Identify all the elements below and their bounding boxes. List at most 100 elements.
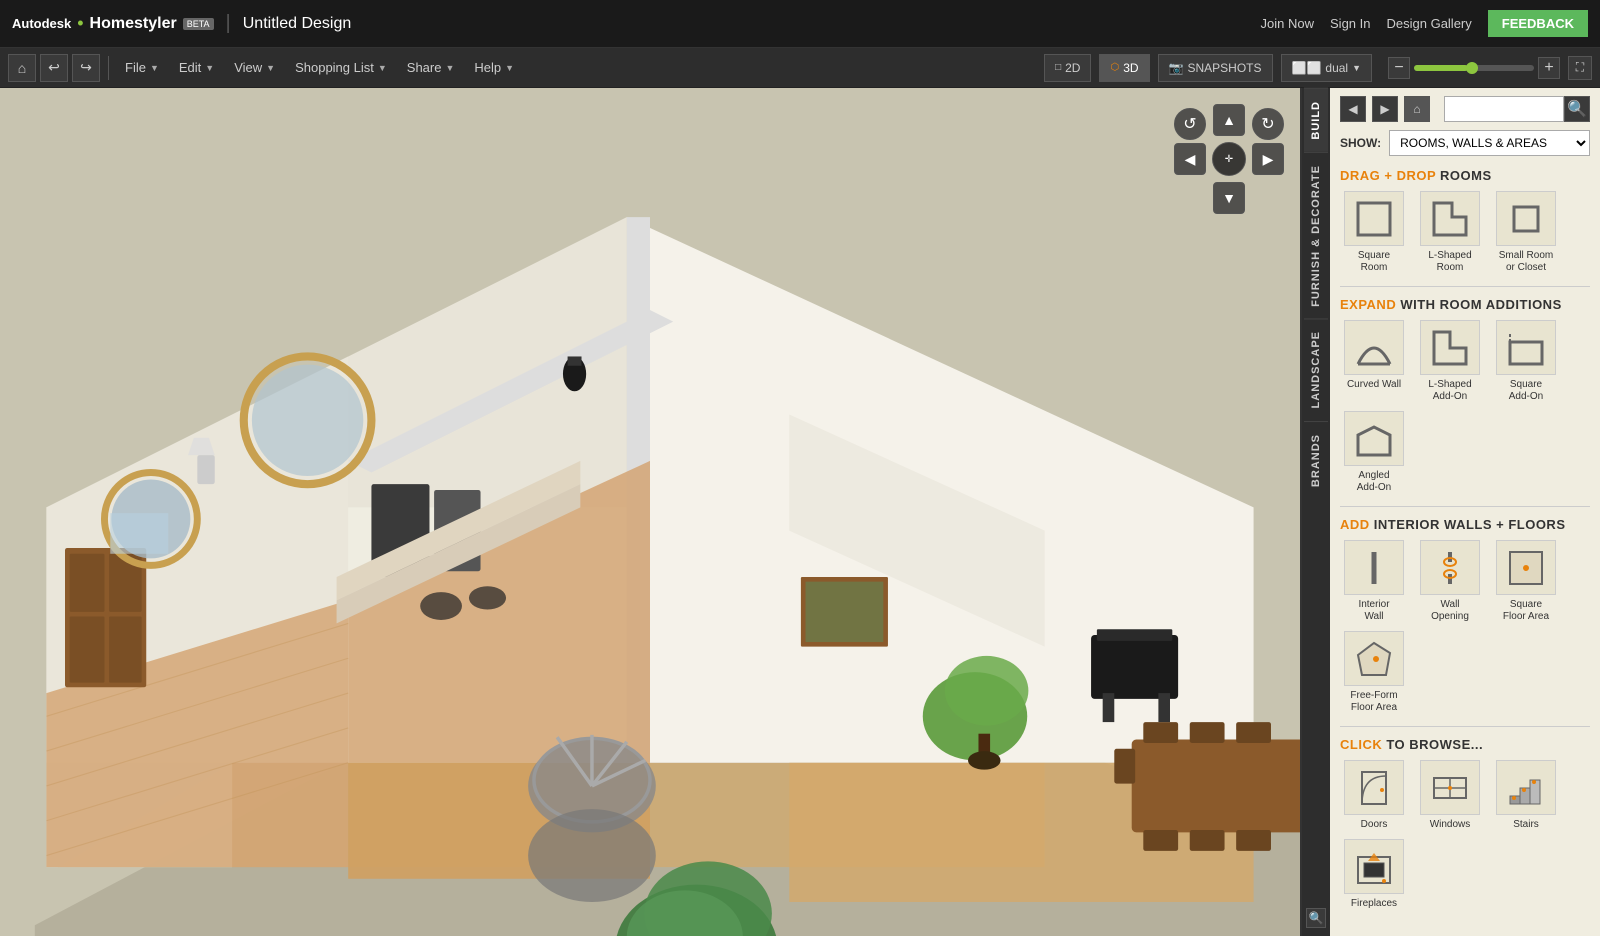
pan-up-button[interactable]: ▲ <box>1213 104 1245 136</box>
panel-header: ◀ ▶ ⌂ 🔍 <box>1340 96 1590 122</box>
square-addon-card[interactable]: SquareAdd-On <box>1492 320 1560 403</box>
panel-content: ◀ ▶ ⌂ 🔍 SHOW: ROOMS, WALLS & AREAS FURNI… <box>1330 88 1600 936</box>
nav-center-button[interactable]: ✛ <box>1212 142 1246 176</box>
shopping-list-menu[interactable]: Shopping List ▼ <box>287 54 395 82</box>
doors-card[interactable]: Doors <box>1340 760 1408 831</box>
curved-wall-card[interactable]: Curved Wall <box>1340 320 1408 403</box>
view-mode-group: □ 2D ⬡ 3D 📷 SNAPSHOTS ⬜⬜ dual ▼ − + <box>1044 54 1592 82</box>
shopping-list-arrow: ▼ <box>378 63 387 73</box>
browse-section-header: CLICK TO BROWSE... <box>1340 737 1590 752</box>
feedback-button[interactable]: FEEDBACK <box>1488 10 1588 37</box>
angled-addon-card[interactable]: AngledAdd-On <box>1340 411 1408 494</box>
panel-forward-button[interactable]: ▶ <box>1372 96 1398 122</box>
help-menu[interactable]: Help ▼ <box>466 54 522 82</box>
square-floor-area-label: SquareFloor Area <box>1503 599 1549 623</box>
share-label: Share <box>407 60 442 75</box>
fireplaces-shape <box>1344 839 1404 894</box>
pan-down-button[interactable]: ▼ <box>1213 182 1245 214</box>
square-floor-area-shape <box>1496 540 1556 595</box>
camera-icon: 📷 <box>1169 61 1184 75</box>
square-room-card[interactable]: SquareRoom <box>1340 191 1408 274</box>
share-arrow: ▼ <box>445 63 454 73</box>
rotate-left-button[interactable]: ↺ <box>1174 108 1206 140</box>
tab-brands[interactable]: BRANDS <box>1304 421 1328 499</box>
l-shaped-room-shape <box>1420 191 1480 246</box>
canvas-area[interactable]: ↺ ↻ ▲ ▼ ◀ ▶ ✛ <box>0 88 1300 936</box>
fullscreen-icon: ⛶ <box>1576 60 1584 75</box>
stairs-shape <box>1496 760 1556 815</box>
panel-search-button[interactable]: 🔍 <box>1564 96 1590 122</box>
stairs-label: Stairs <box>1513 819 1539 831</box>
windows-shape <box>1420 760 1480 815</box>
file-menu[interactable]: File ▼ <box>117 54 167 82</box>
top-bar: Autodesk • Homestyler BETA | Untitled De… <box>0 0 1600 48</box>
undo-button[interactable]: ↩ <box>40 54 68 82</box>
free-form-floor-label: Free-FormFloor Area <box>1350 690 1397 714</box>
windows-card[interactable]: Windows <box>1416 760 1484 831</box>
expand-section-header: EXPAND WITH ROOM ADDITIONS <box>1340 297 1590 312</box>
small-room-label: Small Roomor Closet <box>1499 250 1553 274</box>
shopping-list-label: Shopping List <box>295 60 374 75</box>
home-button[interactable]: ⌂ <box>8 54 36 82</box>
zoom-in-button[interactable]: + <box>1538 57 1560 79</box>
vertical-tabs: BUILD FURNISH & DECORATE LANDSCAPE BRAND… <box>1302 88 1330 936</box>
snapshots-button[interactable]: 📷 SNAPSHOTS <box>1158 54 1273 82</box>
mode-2d-button[interactable]: □ 2D <box>1044 54 1091 82</box>
curved-wall-label: Curved Wall <box>1347 379 1401 391</box>
dual-icon: ⬜⬜ <box>1292 61 1322 75</box>
panel-search-icon-area: 🔍 <box>1306 900 1326 936</box>
drag-drop-suffix: ROOMS <box>1440 168 1492 183</box>
pan-left-button[interactable]: ◀ <box>1174 143 1206 175</box>
panel-back-button[interactable]: ◀ <box>1340 96 1366 122</box>
view-menu-arrow: ▼ <box>266 63 275 73</box>
homestyler-logo: Homestyler <box>90 15 177 33</box>
interior-wall-shape <box>1344 540 1404 595</box>
fullscreen-button[interactable]: ⛶ <box>1568 56 1592 80</box>
l-shaped-addon-shape <box>1420 320 1480 375</box>
l-shaped-addon-card[interactable]: L-ShapedAdd-On <box>1416 320 1484 403</box>
redo-button[interactable]: ↪ <box>72 54 100 82</box>
toolbar: ⌂ ↩ ↪ File ▼ Edit ▼ View ▼ Shopping List… <box>0 48 1600 88</box>
design-gallery-link[interactable]: Design Gallery <box>1387 16 1472 31</box>
sign-in-link[interactable]: Sign In <box>1330 16 1370 31</box>
square-room-label: SquareRoom <box>1358 250 1390 274</box>
stairs-card[interactable]: Stairs <box>1492 760 1560 831</box>
zoom-slider[interactable] <box>1414 65 1534 71</box>
show-label: SHOW: <box>1340 136 1381 150</box>
interior-wall-label: InteriorWall <box>1358 599 1389 623</box>
pan-right-button[interactable]: ▶ <box>1252 143 1284 175</box>
zoom-out-button[interactable]: − <box>1388 57 1410 79</box>
wall-opening-card[interactable]: WallOpening <box>1416 540 1484 623</box>
panel-home-button[interactable]: ⌂ <box>1404 96 1430 122</box>
show-select[interactable]: ROOMS, WALLS & AREAS FURNITURE ALL <box>1389 130 1590 156</box>
square-floor-area-card[interactable]: SquareFloor Area <box>1492 540 1560 623</box>
side-search-button[interactable]: 🔍 <box>1306 908 1326 928</box>
3d-label: 3D <box>1123 61 1138 75</box>
edit-menu[interactable]: Edit ▼ <box>171 54 222 82</box>
file-menu-arrow: ▼ <box>150 63 159 73</box>
dual-button[interactable]: ⬜⬜ dual ▼ <box>1281 54 1373 82</box>
small-room-card[interactable]: Small Roomor Closet <box>1492 191 1560 274</box>
share-menu[interactable]: Share ▼ <box>399 54 463 82</box>
join-now-link[interactable]: Join Now <box>1261 16 1314 31</box>
interior-walls-prefix: ADD <box>1340 517 1370 532</box>
tab-build[interactable]: BUILD <box>1304 88 1328 152</box>
mode-3d-button[interactable]: ⬡ 3D <box>1099 54 1149 82</box>
rotate-right-button[interactable]: ↻ <box>1252 108 1284 140</box>
wall-opening-shape <box>1420 540 1480 595</box>
l-shaped-addon-label: L-ShapedAdd-On <box>1428 379 1471 403</box>
top-right-nav: Join Now Sign In Design Gallery FEEDBACK <box>1261 10 1588 37</box>
l-shaped-room-card[interactable]: L-ShapedRoom <box>1416 191 1484 274</box>
view-menu[interactable]: View ▼ <box>226 54 283 82</box>
l-shaped-room-label: L-ShapedRoom <box>1428 250 1471 274</box>
undo-icon: ↩ <box>48 59 60 76</box>
browse-prefix: CLICK <box>1340 737 1382 752</box>
drag-drop-prefix: DRAG + DROP <box>1340 168 1436 183</box>
interior-wall-card[interactable]: InteriorWall <box>1340 540 1408 623</box>
fireplaces-card[interactable]: Fireplaces <box>1340 839 1408 910</box>
2d-icon: □ <box>1055 62 1061 73</box>
tab-landscape[interactable]: LANDSCAPE <box>1304 318 1328 420</box>
panel-search-input[interactable] <box>1444 96 1564 122</box>
free-form-floor-card[interactable]: Free-FormFloor Area <box>1340 631 1408 714</box>
tab-furnish[interactable]: FURNISH & DECORATE <box>1304 152 1328 319</box>
